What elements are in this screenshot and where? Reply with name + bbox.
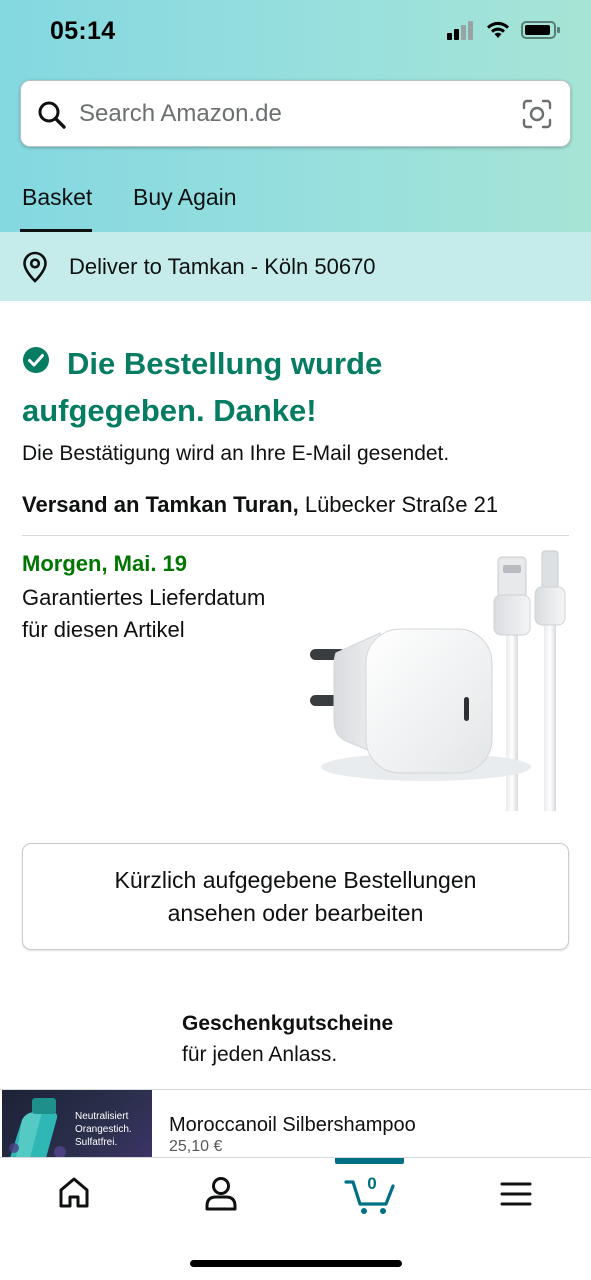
deliver-to-text[interactable]: Deliver to Tamkan - Köln 50670: [69, 254, 376, 280]
shipping-address: Versand an Tamkan Turan, Lübecker Straße…: [22, 492, 498, 518]
signal-icon: [447, 21, 473, 40]
tab-bar: Basket Buy Again: [0, 170, 591, 232]
cart-button[interactable]: 0: [344, 1172, 400, 1216]
search-bar[interactable]: [20, 80, 571, 147]
delivery-description: Garantiertes Lieferdatum für diesen Arti…: [22, 585, 266, 642]
ad-image-caption: Neutralisiert Orangestich. Sulfatfrei.: [75, 1111, 132, 1148]
home-icon[interactable]: [58, 1176, 90, 1210]
ad-product-image[interactable]: Neutralisiert Orangestich. Sulfatfrei.: [2, 1090, 152, 1158]
active-nav-indicator: [335, 1158, 404, 1164]
header: 05:14 Search Amazon.de Basket Buy Again: [0, 0, 591, 232]
product-image-charger[interactable]: [306, 545, 576, 815]
search-input[interactable]: [79, 93, 509, 135]
delivery-date: Morgen, Mai. 19: [22, 551, 188, 576]
shipping-label: Versand an Tamkan Turan,: [22, 492, 299, 517]
battery-icon: [521, 21, 560, 39]
gift-cards-title[interactable]: Geschenkgutscheine: [182, 1012, 393, 1036]
ad-price: 25,10 €: [169, 1138, 223, 1155]
view-recent-orders-button[interactable]: Kürzlich aufgegebene Bestellungen ansehe…: [22, 843, 569, 950]
home-indicator: [190, 1260, 402, 1267]
cart-count: 0: [367, 1174, 377, 1193]
order-confirmation-title: Die Bestellung wurde aufgegeben. Danke!: [22, 346, 383, 428]
shampoo-tube-image: [9, 1098, 66, 1158]
account-icon[interactable]: [204, 1176, 238, 1212]
ad-title[interactable]: Moroccanoil Silbershampoo: [169, 1114, 416, 1137]
menu-icon[interactable]: [500, 1180, 532, 1208]
location-pin-icon: [23, 251, 47, 283]
shipping-street: Lübecker Straße 21: [298, 492, 499, 517]
tab-basket[interactable]: Basket: [22, 184, 92, 211]
status-bar: 05:14: [0, 0, 591, 64]
wifi-icon: [487, 21, 509, 38]
tab-buy-again[interactable]: Buy Again: [133, 184, 237, 211]
deliver-to-bar[interactable]: Deliver to Tamkan - Köln 50670: [0, 232, 591, 301]
divider: [22, 535, 569, 536]
status-time: 05:14: [50, 17, 116, 45]
search-icon[interactable]: [37, 100, 67, 130]
gift-cards-subtitle[interactable]: für jeden Anlass.: [182, 1043, 337, 1067]
camera-scan-icon[interactable]: [522, 99, 552, 129]
confirmation-subtitle: Die Bestätigung wird an Ihre E-Mail gese…: [22, 442, 450, 465]
status-icons: [447, 20, 561, 40]
